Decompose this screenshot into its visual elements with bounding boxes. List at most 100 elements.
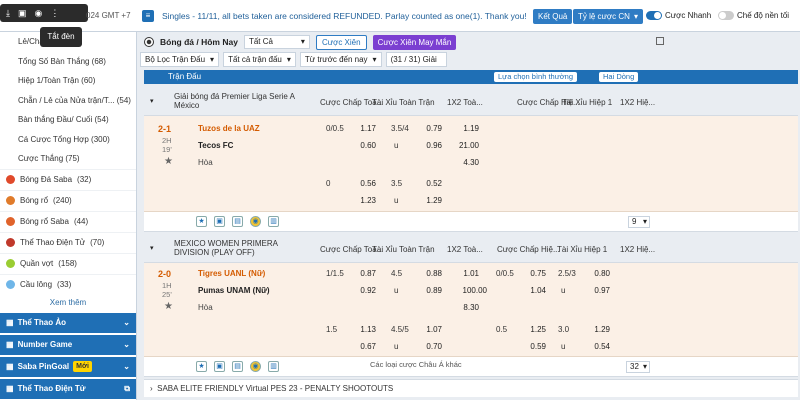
odds-cell[interactable]: 1.19 — [457, 124, 479, 133]
collapse-icon[interactable] — [656, 37, 664, 45]
new-badge: Mới — [73, 361, 92, 372]
odds-cell[interactable]: 21.00 — [457, 141, 479, 150]
odds-cell[interactable]: 4.30 — [457, 158, 479, 167]
top-bar: ⤓ ▣ ◉ ⋮ 024 GMT +7 ≡ Singles - 11/11, al… — [0, 0, 800, 32]
sidebar-section-virtual[interactable]: ▦ Thể Thao Ảo ⌄ — [0, 312, 136, 333]
odds-cell[interactable]: 0.70 — [420, 342, 442, 351]
collapse-arrow-icon[interactable]: ▾ — [150, 97, 154, 105]
soccer-icon — [6, 175, 15, 184]
odds-cell[interactable]: 0.59 — [524, 342, 546, 351]
odds-cell[interactable]: 1.29 — [420, 196, 442, 205]
quick-bet-toggle[interactable] — [646, 11, 662, 20]
date-select[interactable]: Tất Cả — [243, 35, 310, 49]
odds-cell[interactable]: 0.60 — [354, 141, 376, 150]
draw-label: Hòa — [198, 303, 213, 312]
lines-select[interactable]: Hai Dòng — [599, 72, 639, 82]
odds-cell[interactable]: 100.00 — [457, 286, 487, 295]
window-icon[interactable]: ▣ — [18, 8, 27, 19]
star-icon[interactable]: ★ — [196, 361, 207, 372]
scoreboard-icon[interactable]: ▤ — [232, 216, 243, 227]
sidebar-subitem[interactable]: Cá Cược Tổng Hợp (300) — [18, 130, 136, 150]
stats-icon[interactable]: ▥ — [268, 361, 279, 372]
sidebar-subitem[interactable]: Chẵn / Lẻ của Nửa trận/T... (54) — [18, 91, 136, 111]
sidebar-item-saba-soccer[interactable]: Bóng Đá Saba (32) — [0, 168, 136, 190]
lucky-bet-button[interactable]: Cược Xiên May Mắn — [372, 34, 457, 50]
odds-cell[interactable]: 0.79 — [420, 124, 442, 133]
results-button[interactable]: Kết Quả — [533, 9, 573, 24]
league-filter-select[interactable]: Bộ Lọc Trận Đấu — [140, 51, 220, 67]
sidebar-item-esports[interactable]: Thể Thao Điện Tử (70) — [0, 231, 136, 253]
sort-select[interactable]: Từ trước đến nay — [299, 51, 382, 67]
sidebar-section-esports[interactable]: ▦ Thể Thao Điện Tử ⧉ — [0, 378, 136, 399]
odds-cell[interactable]: 0.89 — [420, 286, 442, 295]
sidebar-item-badminton[interactable]: Cầu lông (33) — [0, 273, 136, 295]
more-icon[interactable]: ⋮ — [50, 8, 59, 19]
announcement-icon: ≡ — [142, 10, 154, 22]
league-row[interactable]: ▾ Giải bóng đá Premier Liga Serie A Méxi… — [144, 86, 798, 116]
odds-cell[interactable]: 1.13 — [354, 325, 376, 334]
odds-cell[interactable]: 0.56 — [354, 179, 376, 188]
more-markets-count[interactable]: 9 — [628, 216, 650, 228]
match-filter-select[interactable]: Tất cả trận đấu — [223, 51, 296, 67]
sidebar-subitem[interactable]: Tổng Số Bàn Thắng (68) — [18, 52, 136, 72]
pin-icon[interactable]: ▣ — [214, 216, 225, 227]
pin-icon[interactable]: ▣ — [214, 361, 225, 372]
download-icon[interactable]: ⤓ — [6, 8, 10, 19]
star-icon[interactable]: ★ — [196, 216, 207, 227]
collapse-arrow-icon[interactable]: ▾ — [150, 244, 154, 252]
odds-cell[interactable]: 1.23 — [354, 196, 376, 205]
sidebar-item-basketball[interactable]: Bóng rổ (240) — [0, 189, 136, 211]
scoreboard-icon[interactable]: ▤ — [232, 361, 243, 372]
odds-cell[interactable]: 0.75 — [524, 269, 546, 278]
odds-cell[interactable]: 0.67 — [354, 342, 376, 351]
sidebar-subitem[interactable]: Cược Thắng (75) — [18, 149, 136, 169]
odds-cell[interactable]: 0.87 — [354, 269, 376, 278]
odds-cell[interactable]: 1.29 — [588, 325, 610, 334]
odds-cell[interactable]: 0.54 — [588, 342, 610, 351]
sidebar-section-number-game[interactable]: ▦ Number Game ⌄ — [0, 334, 136, 355]
favorite-star-icon[interactable]: ★ — [164, 301, 173, 312]
more-asian-odds-link[interactable]: Các loại cược Châu Á khác — [370, 360, 462, 369]
live-icon[interactable]: ◉ — [250, 216, 261, 227]
home-team: Tuzos de la UAZ — [198, 124, 260, 133]
league-row[interactable]: ▾ MEXICO WOMEN PRIMERA DIVISION (PLAY OF… — [144, 233, 798, 263]
stats-icon[interactable]: ▥ — [268, 216, 279, 227]
sidebar-subitem[interactable]: Hiệp 1/Toàn Trận (60) — [18, 71, 136, 91]
match-score: 2-0 — [158, 269, 172, 279]
odds-cell[interactable]: 0.80 — [588, 269, 610, 278]
odds-cell[interactable]: 1.25 — [524, 325, 546, 334]
odds-cell[interactable]: 1.04 — [524, 286, 546, 295]
odds-cell[interactable]: 8.30 — [457, 303, 479, 312]
league-count[interactable]: (31 / 31) Giải — [385, 51, 447, 67]
live-icon[interactable]: ◉ — [250, 361, 261, 372]
lightbulb-icon[interactable]: ◉ — [35, 8, 43, 19]
match-actions: ★ ▣ ▤ ◉ ▥ 9 — [144, 212, 798, 232]
favorite-star-icon[interactable]: ★ — [164, 156, 173, 167]
odds-type-select[interactable]: Tỷ lệ cược CN — [573, 9, 643, 24]
chevron-down-icon: ⌄ — [123, 361, 130, 371]
odds-cell[interactable]: 0.96 — [420, 141, 442, 150]
odds-cell[interactable]: 0.88 — [420, 269, 442, 278]
sidebar-section-pingoal[interactable]: ▦ Saba PinGoal Mới ⌄ — [0, 356, 136, 377]
single-bet-button[interactable]: Cược Xiên — [315, 34, 367, 50]
odds-cell[interactable]: 1.17 — [354, 124, 376, 133]
league-name: MEXICO WOMEN PRIMERA DIVISION (PLAY OFF) — [174, 239, 278, 257]
match-actions: ★ ▣ ▤ ◉ ▥ 32 — [144, 357, 798, 377]
match-score: 2-1 — [158, 124, 172, 134]
sidebar-item-saba-basketball[interactable]: Bóng rổ Saba (44) — [0, 210, 136, 232]
odds-cell[interactable]: 0.52 — [420, 179, 442, 188]
odds-cell[interactable]: 1.07 — [420, 325, 442, 334]
dark-mode-toggle[interactable] — [718, 11, 734, 20]
odds-cell[interactable]: 0.97 — [588, 286, 610, 295]
league-row-collapsed[interactable]: › SABA ELITE FRIENDLY Virtual PES 23 - P… — [144, 379, 798, 397]
more-markets-count[interactable]: 32 — [626, 361, 650, 373]
sidebar-item-tennis[interactable]: Quần vợt (158) — [0, 252, 136, 274]
sidebar-subitem[interactable]: Bàn thắng Đầu/ Cuối (54) — [18, 110, 136, 130]
dark-mode-label: Chế độ nền tối — [737, 11, 790, 20]
sort-option-select[interactable]: Lựa chọn bình thường — [494, 72, 578, 82]
odds-cell[interactable]: 1.01 — [457, 269, 479, 278]
main-content: Bóng đá / Hôm Nay Tất Cả Cược Xiên Cược … — [140, 32, 800, 400]
matches-header: Trận Đấu Lựa chọn bình thường Hai Dòng — [144, 70, 798, 84]
see-more-link[interactable]: Xem thêm — [0, 295, 136, 311]
odds-cell[interactable]: 0.92 — [354, 286, 376, 295]
